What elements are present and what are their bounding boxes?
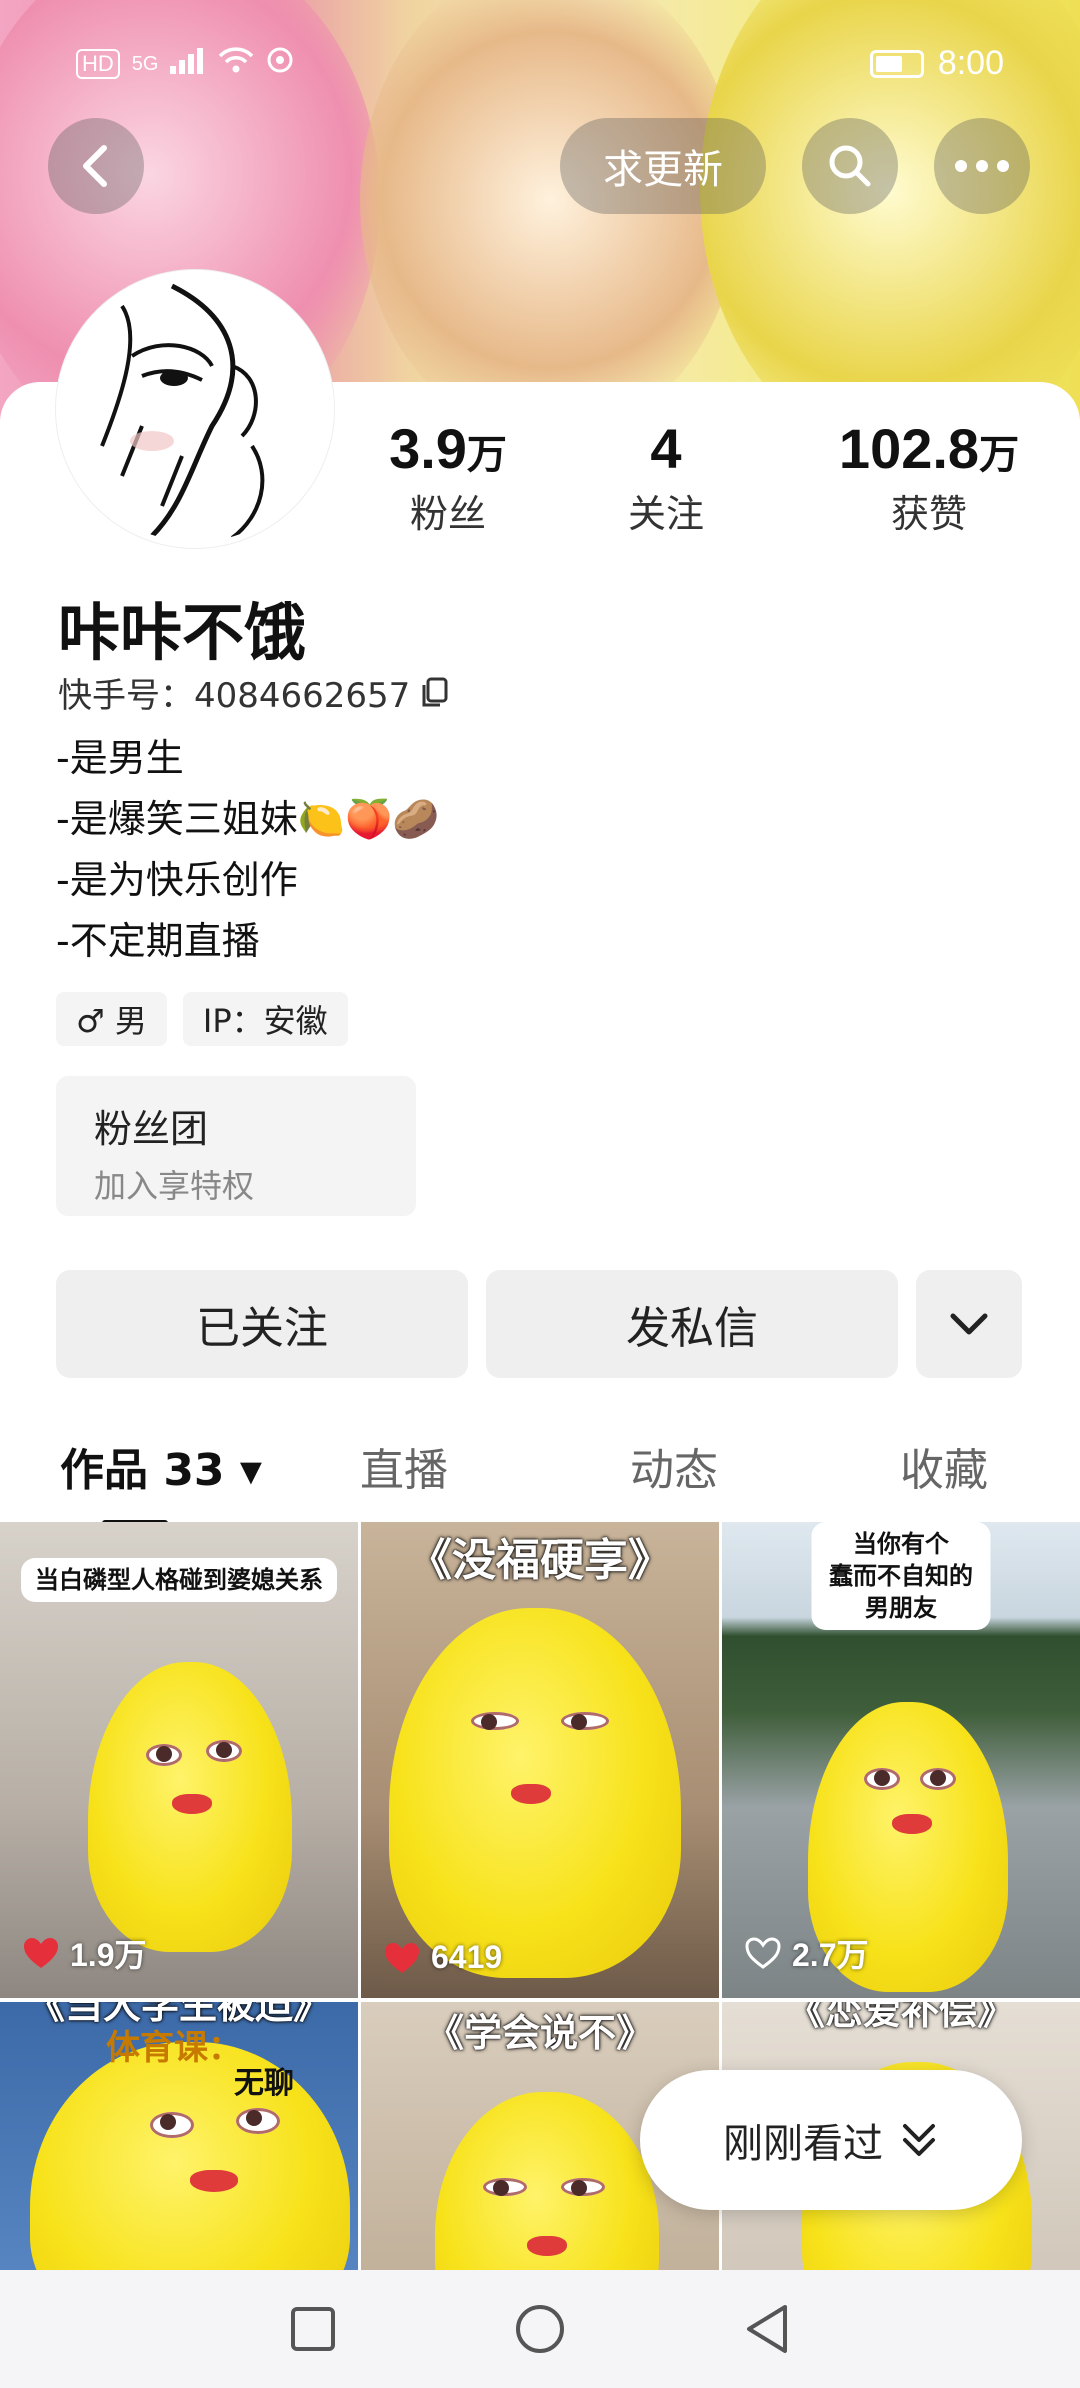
- video-tile[interactable]: 当你有个 蠢而不自知的男朋友 2.7万: [722, 1522, 1080, 1998]
- hd-badge: HD: [76, 49, 120, 79]
- stat-label: 关注: [627, 492, 704, 536]
- like-count-text: 1.9万: [70, 1937, 147, 1973]
- fan-club-card[interactable]: 粉丝团 加入享特权: [56, 1076, 416, 1216]
- action-buttons: 已关注 发私信: [56, 1270, 1022, 1378]
- avatar[interactable]: [56, 270, 334, 548]
- stat-unit: 万: [979, 433, 1020, 477]
- ip-location-tag: IP：安徽: [182, 992, 348, 1046]
- bio-line: -不定期直播: [56, 919, 260, 963]
- video-title: 《恋爱补偿》: [786, 2002, 1016, 2033]
- double-chevron-down-icon: [903, 2124, 935, 2156]
- heart-outline-icon: [745, 1937, 781, 1969]
- followed-button[interactable]: 已关注: [56, 1270, 468, 1378]
- system-nav-bar: [0, 2270, 1080, 2388]
- video-grid: 当白磷型人格碰到婆媳关系 1.9万 《没福硬享》 6419 当你有个 蠢而不自知…: [0, 1522, 1080, 2388]
- like-count: 1.9万: [22, 1930, 147, 1976]
- video-caption: 当你有个 蠢而不自知的男朋友: [811, 1522, 991, 1630]
- stat-value: 3.9: [389, 417, 467, 480]
- bio: -是男生 -是爆笑三姐妹🍋🍑🥔 -是为快乐创作 -不定期直播: [56, 728, 440, 972]
- fan-club-title: 粉丝团: [94, 1107, 209, 1151]
- bio-line: -是爆笑三姐妹🍋🍑🥔: [56, 797, 440, 841]
- stat-unit: 万: [466, 433, 507, 477]
- send-message-button[interactable]: 发私信: [486, 1270, 898, 1378]
- user-id: 快手号：4084662657: [58, 668, 450, 717]
- back-triangle-icon[interactable]: [743, 2303, 791, 2355]
- status-bar: HD 5G 8:00: [0, 0, 1080, 110]
- chevron-down-icon: [950, 1313, 988, 1335]
- recently-viewed-button[interactable]: 刚刚看过: [640, 2070, 1022, 2210]
- signal-icon: [170, 46, 206, 82]
- back-button[interactable]: [48, 118, 144, 214]
- like-count: 6419: [383, 1939, 502, 1976]
- video-subtitle: 体育课：: [106, 2028, 242, 2068]
- heart-filled-icon: [24, 1938, 58, 1968]
- recently-viewed-label: 刚刚看过: [723, 2121, 883, 2167]
- more-dots-icon: [955, 160, 1009, 172]
- heart-filled-icon: [385, 1942, 419, 1973]
- video-title: 《学会说不》: [425, 2011, 655, 2055]
- video-subtitle: 无聊: [234, 2066, 294, 2101]
- profile-tags: ♂ 男 IP：安徽: [56, 992, 348, 1046]
- recent-apps-icon[interactable]: [289, 2305, 337, 2353]
- copy-icon[interactable]: [420, 677, 450, 709]
- more-actions-button[interactable]: [916, 1270, 1022, 1378]
- video-title: 《没福硬享》: [408, 1535, 672, 1586]
- user-id-text: 快手号：4084662657: [58, 676, 411, 716]
- request-update-button[interactable]: 求更新: [560, 118, 766, 214]
- profile-name: 咔咔不饿: [58, 596, 307, 669]
- stat-label: 粉丝: [409, 492, 486, 536]
- tab-works[interactable]: 作品 33 ▾: [60, 1434, 262, 1498]
- wifi-icon: [218, 46, 254, 82]
- home-icon[interactable]: [514, 2303, 566, 2355]
- search-button[interactable]: [802, 118, 898, 214]
- content-tabs: 作品 33 ▾ 直播 动态 收藏: [0, 1434, 1080, 1526]
- clock: 8:00: [937, 44, 1004, 82]
- hotspot-icon: [266, 46, 294, 82]
- like-count: 2.7万: [744, 1930, 869, 1976]
- chevron-left-icon: [83, 145, 107, 187]
- tab-live[interactable]: 直播: [360, 1434, 448, 1498]
- bio-line: -是男生: [56, 736, 184, 780]
- search-icon: [829, 145, 871, 187]
- stat-following[interactable]: 4 关注: [596, 416, 736, 538]
- profile-page: HD 5G 8:00 求更新 3.9万 粉丝 4 关注 102.8万 获赞 咔咔…: [0, 0, 1080, 2388]
- bio-line: -是为快乐创作: [56, 858, 298, 902]
- video-tile[interactable]: 当白磷型人格碰到婆媳关系 1.9万: [0, 1522, 358, 1998]
- fan-club-subtitle: 加入享特权: [94, 1167, 255, 1205]
- tab-favorites[interactable]: 收藏: [900, 1434, 988, 1498]
- like-count-text: 6419: [431, 1939, 503, 1975]
- network-type: 5G: [131, 52, 159, 75]
- video-caption: 当白磷型人格碰到婆媳关系: [21, 1558, 337, 1602]
- gender-tag: ♂ 男: [56, 992, 167, 1046]
- battery-icon: [869, 49, 924, 78]
- stat-label: 获赞: [890, 492, 967, 536]
- stat-value: 102.8: [838, 417, 980, 480]
- like-count-text: 2.7万: [792, 1937, 869, 1973]
- stat-fans[interactable]: 3.9万 粉丝: [338, 416, 558, 538]
- stat-likes[interactable]: 102.8万 获赞: [814, 416, 1044, 538]
- video-tile[interactable]: 《当大学生被迫》 体育课： 无聊: [0, 2002, 358, 2302]
- video-tile[interactable]: 《没福硬享》 6419: [361, 1522, 719, 1998]
- tab-moments[interactable]: 动态: [630, 1434, 718, 1498]
- stat-value: 4: [650, 417, 682, 480]
- more-button[interactable]: [934, 118, 1030, 214]
